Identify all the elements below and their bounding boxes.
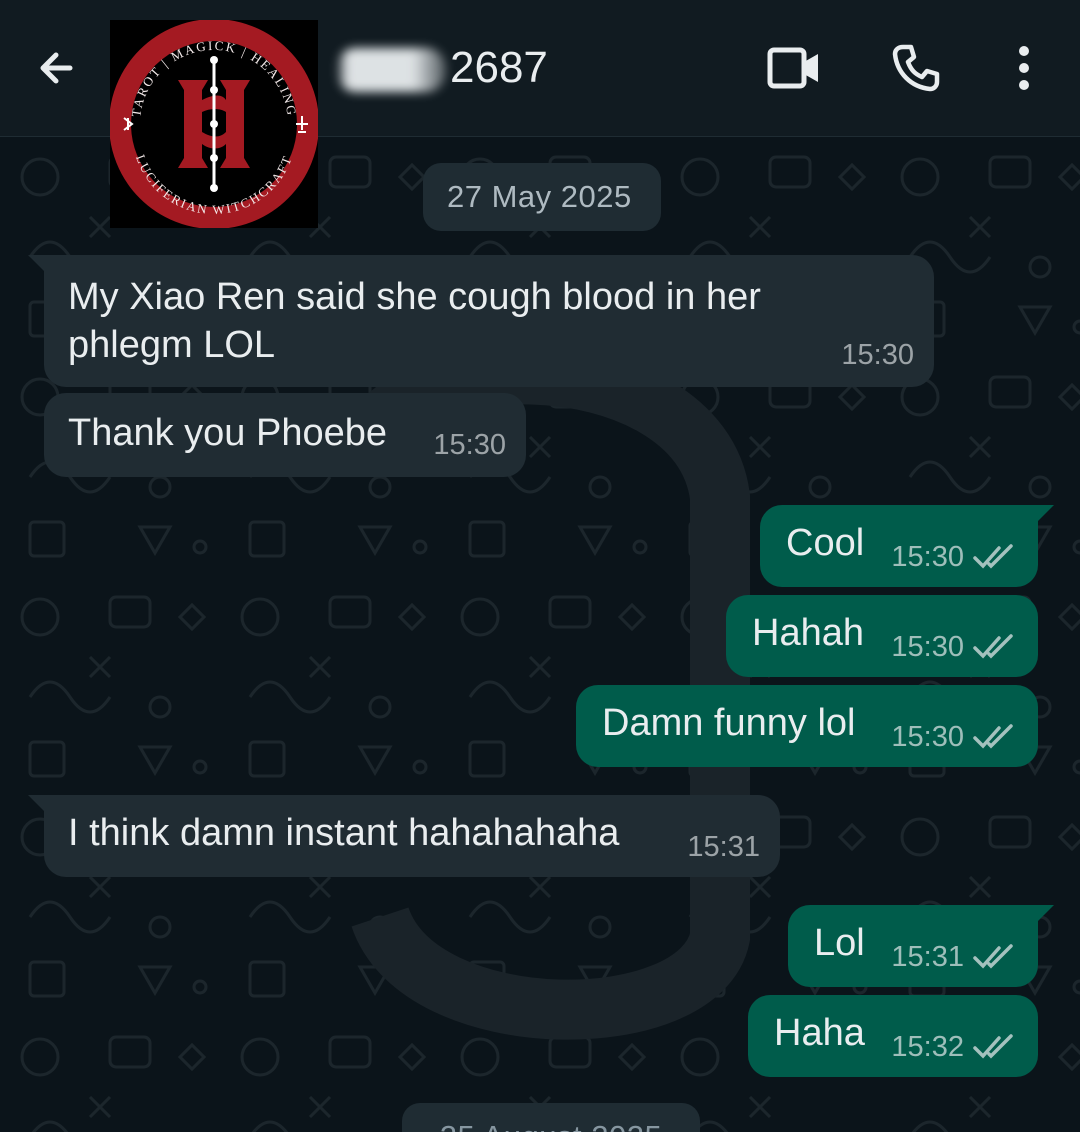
message-bubble-incoming[interactable]: I think damn instant hahahahaha 15:31 bbox=[28, 795, 780, 877]
contact-avatar[interactable]: TAROT | MAGICK | HEALING LUCIFERIAN WITC… bbox=[109, 19, 319, 229]
video-camera-icon bbox=[767, 47, 818, 89]
message-bubble-outgoing[interactable]: Haha 15:32 bbox=[748, 995, 1038, 1077]
double-check-icon bbox=[973, 1034, 1013, 1059]
double-check-icon bbox=[973, 544, 1013, 569]
message-meta: 15:31 bbox=[891, 933, 1016, 981]
double-check-icon bbox=[973, 724, 1013, 749]
message-meta: 15:30 bbox=[891, 623, 1016, 671]
kebab-menu-icon bbox=[1019, 46, 1029, 90]
voice-call-button[interactable] bbox=[888, 40, 944, 96]
message-text: Damn funny lol bbox=[602, 702, 856, 744]
message-time: 15:31 bbox=[891, 941, 964, 973]
date-separator: 27 May 2025 bbox=[423, 163, 661, 231]
double-check-icon bbox=[973, 634, 1013, 659]
message-bubble-incoming[interactable]: My Xiao Ren said she cough blood in her … bbox=[28, 255, 934, 387]
message-bubble-outgoing[interactable]: Lol 15:31 bbox=[788, 905, 1054, 987]
message-bubble-outgoing[interactable]: Hahah 15:30 bbox=[726, 595, 1038, 677]
message-text: Hahah bbox=[752, 612, 864, 654]
date-separator: 25 August 2025 bbox=[402, 1103, 700, 1132]
message-text: I think damn instant hahahahaha bbox=[68, 812, 620, 854]
message-meta: 15:32 bbox=[891, 1023, 1016, 1071]
message-bubble-outgoing[interactable]: Damn funny lol 15:30 bbox=[576, 685, 1038, 767]
phone-icon bbox=[892, 44, 940, 92]
message-meta: 15:30 bbox=[891, 713, 1016, 761]
message-time: 15:30 bbox=[891, 541, 964, 573]
back-button[interactable] bbox=[34, 46, 78, 90]
message-time: 15:30 bbox=[891, 631, 964, 663]
bubble-tail bbox=[28, 795, 46, 813]
video-call-button[interactable] bbox=[766, 40, 822, 96]
message-time: 15:30 bbox=[891, 721, 964, 753]
bubble-tail bbox=[1036, 505, 1054, 523]
luciferian-witchcraft-logo: TAROT | MAGICK | HEALING LUCIFERIAN WITC… bbox=[109, 19, 319, 229]
message-text: Haha bbox=[774, 1012, 865, 1054]
more-options-button[interactable] bbox=[996, 40, 1052, 96]
message-time: 15:30 bbox=[433, 429, 506, 461]
contact-name[interactable]: 2687 bbox=[336, 40, 548, 96]
redacted-name-blur bbox=[336, 48, 446, 93]
message-time: 15:32 bbox=[891, 1031, 964, 1063]
message-text: Lol bbox=[814, 922, 865, 964]
message-text: phlegm LOL bbox=[68, 324, 276, 366]
message-text: Cool bbox=[786, 522, 865, 564]
message-bubble-outgoing[interactable]: Cool 15:30 bbox=[760, 505, 1054, 587]
message-bubble-incoming[interactable]: Thank you Phoebe 15:30 bbox=[44, 393, 526, 477]
bubble-tail bbox=[28, 255, 46, 273]
message-text: My Xiao Ren said she cough blood in her bbox=[68, 276, 761, 318]
contact-name-suffix: 2687 bbox=[450, 43, 548, 92]
message-text: Thank you Phoebe bbox=[68, 412, 388, 454]
double-check-icon bbox=[973, 944, 1013, 969]
message-list[interactable]: 27 May 2025 My Xiao Ren said she cough b… bbox=[0, 137, 1080, 1132]
message-time: 15:31 bbox=[687, 831, 760, 863]
message-meta: 15:30 bbox=[891, 533, 1016, 581]
message-time: 15:30 bbox=[841, 339, 914, 371]
back-arrow-icon bbox=[40, 52, 73, 84]
bubble-tail bbox=[1036, 905, 1054, 923]
